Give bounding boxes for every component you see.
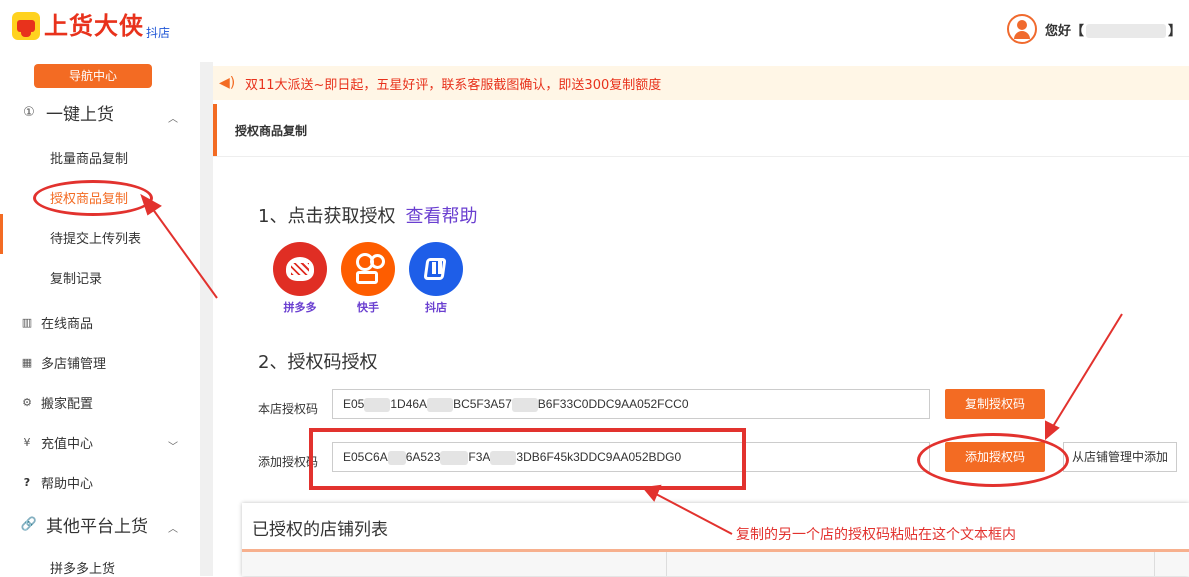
annotation-arrow-sidebar (151, 207, 218, 299)
annotation-arrow-button (1051, 313, 1123, 429)
annotation-arrow-input (655, 493, 733, 535)
annotation-text: 复制的另一个店的授权码粘贴在这个文本框内 (736, 527, 1016, 543)
annotation-arrows (140, 193, 1123, 535)
arrowhead (642, 484, 662, 502)
arrowhead (1045, 420, 1060, 441)
arrowhead (140, 193, 162, 216)
